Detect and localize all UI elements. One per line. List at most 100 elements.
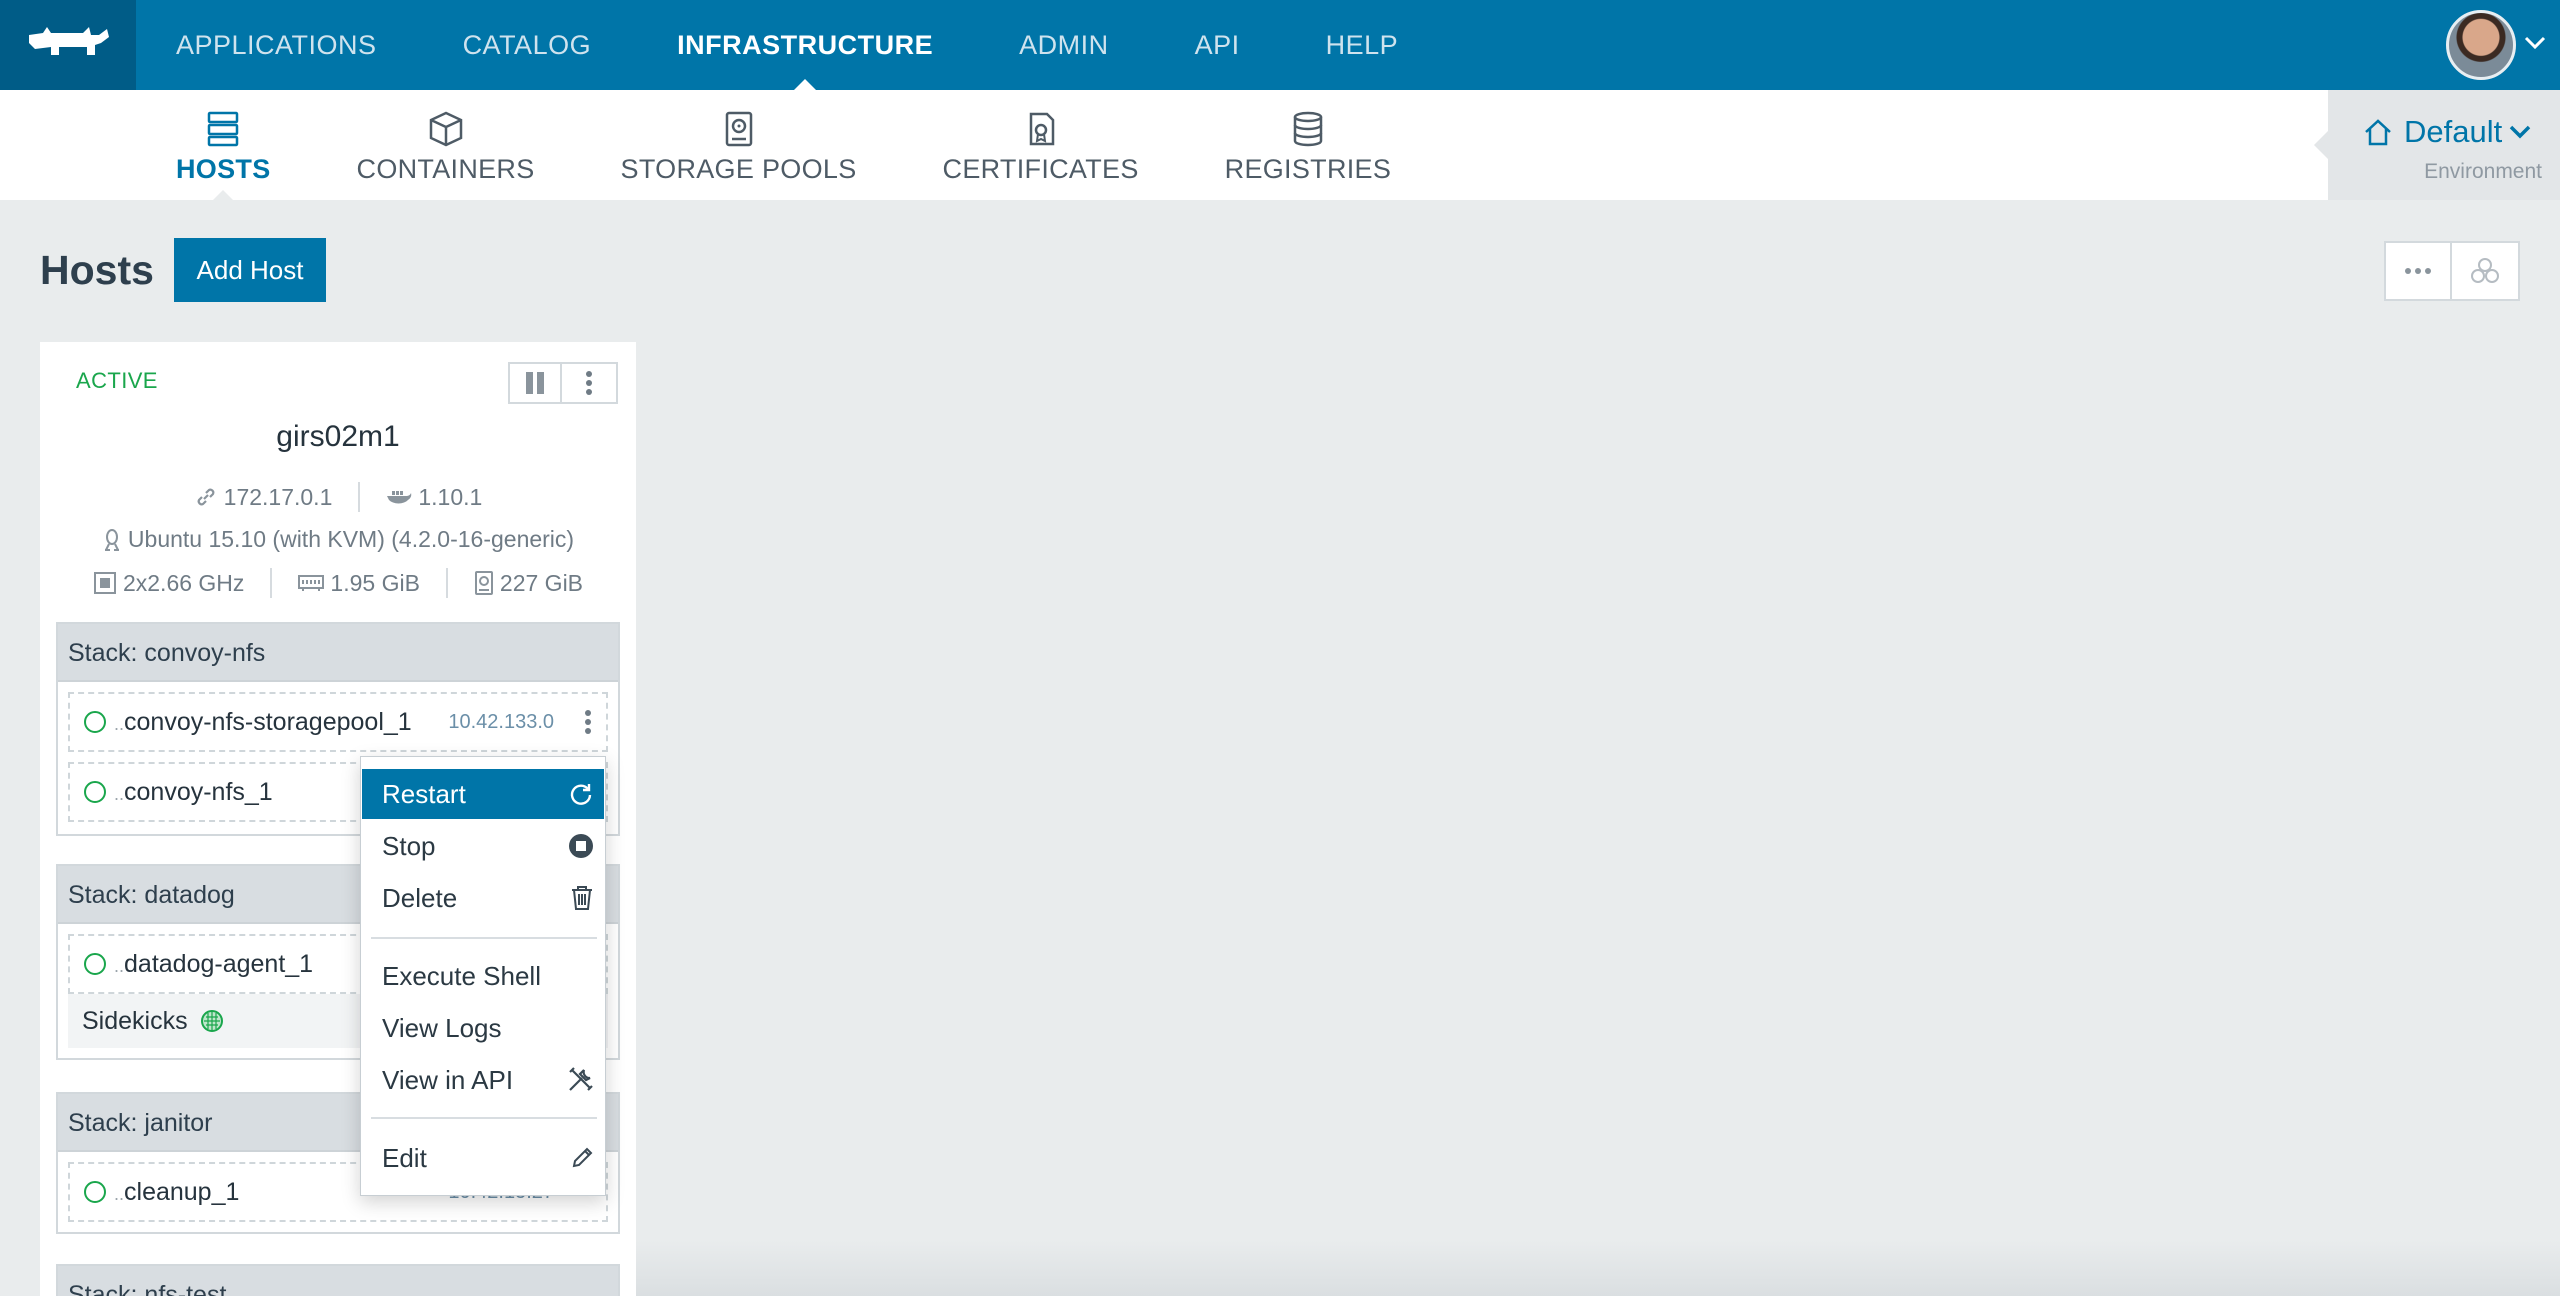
api-tools-icon <box>569 1067 593 1091</box>
memory-icon <box>298 575 325 591</box>
cpu-icon <box>93 572 116 594</box>
tab-containers[interactable]: CONTAINERS <box>357 90 535 200</box>
menu-delete-label: Delete <box>382 882 458 913</box>
nav-admin[interactable]: ADMIN <box>1019 0 1109 90</box>
name-prefix: .. <box>114 713 125 734</box>
host-cpu: 2x2.66 GHz <box>122 569 245 596</box>
home-icon <box>2365 119 2391 146</box>
container-name[interactable]: ..convoy-nfs-storagepool_1 <box>114 708 412 737</box>
container-name-text: cleanup_1 <box>124 1177 240 1206</box>
container-name-text: datadog-agent_1 <box>124 949 314 978</box>
linux-icon <box>104 528 119 551</box>
hosts-icon <box>208 111 239 147</box>
bottom-shadow <box>636 1240 2560 1296</box>
certificate-icon <box>1029 112 1054 146</box>
kebab-icon[interactable] <box>584 709 592 735</box>
pause-button[interactable] <box>508 362 562 404</box>
tab-certificates[interactable]: CERTIFICATES <box>943 90 1139 200</box>
menu-view-logs[interactable]: View Logs <box>362 1003 604 1053</box>
docker-icon <box>387 491 412 504</box>
container-icon <box>429 111 462 147</box>
disk-icon <box>474 571 493 595</box>
top-navigation-bar: APPLICATIONS CATALOG INFRASTRUCTURE ADMI… <box>0 0 2560 90</box>
host-network-row: 172.17.0.1 1.10.1 <box>40 482 636 512</box>
menu-edit-label: Edit <box>382 1142 427 1173</box>
host-os-row: Ubuntu 15.10 (with KVM) (4.2.0-16-generi… <box>40 526 636 553</box>
container-name[interactable]: ..cleanup_1 <box>114 1178 239 1207</box>
container-name-text: convoy-nfs-storagepool_1 <box>124 707 412 736</box>
menu-view-logs-label: View Logs <box>382 1012 502 1043</box>
registry-icon <box>1293 111 1323 147</box>
tab-certificates-label: CERTIFICATES <box>942 154 1139 184</box>
nav-help[interactable]: HELP <box>1326 0 1399 90</box>
container-name[interactable]: ..convoy-nfs_1 <box>114 778 273 807</box>
tab-storage-pools[interactable]: STORAGE POOLS <box>621 90 857 200</box>
menu-stop[interactable]: Stop <box>362 821 604 871</box>
main-nav: APPLICATIONS CATALOG INFRASTRUCTURE ADMI… <box>176 0 1484 90</box>
group-view-button[interactable] <box>2452 241 2520 301</box>
name-prefix: .. <box>114 1183 125 1204</box>
environment-label: Environment <box>2424 160 2542 183</box>
host-storage: 227 GiB <box>499 569 584 596</box>
menu-view-in-api[interactable]: View in API <box>362 1055 604 1105</box>
cluster-icon <box>2471 258 2499 283</box>
container-status-icon <box>84 953 106 975</box>
infrastructure-tabs: HOSTS CONTAINERS STORAGE POOLS CERTIFICA… <box>176 90 1477 201</box>
environment-name: Default <box>2404 114 2503 149</box>
menu-edit[interactable]: Edit <box>362 1133 604 1183</box>
nav-api[interactable]: API <box>1195 0 1240 90</box>
ellipsis-icon <box>2405 268 2431 274</box>
menu-execute-shell[interactable]: Execute Shell <box>362 951 604 1001</box>
docker-version: 1.10.1 <box>418 483 483 510</box>
view-options <box>2384 241 2520 301</box>
host-os: Ubuntu 15.10 (with KVM) (4.2.0-16-generi… <box>127 526 575 552</box>
page-title: Hosts <box>40 247 154 293</box>
pencil-icon <box>572 1147 593 1168</box>
container-ip: 10.42.133.0 <box>448 711 554 733</box>
sidekick-icon <box>200 1010 223 1032</box>
rancher-logo[interactable] <box>0 0 136 90</box>
nav-applications[interactable]: APPLICATIONS <box>176 0 377 90</box>
more-options-button[interactable] <box>2384 241 2452 301</box>
menu-delete[interactable]: Delete <box>362 873 604 923</box>
sidekicks-label: Sidekicks <box>82 1006 188 1035</box>
container-name-text: convoy-nfs_1 <box>124 777 273 806</box>
add-host-button[interactable]: Add Host <box>174 238 326 302</box>
stack-header[interactable]: Stack: nfs-test <box>58 1266 618 1296</box>
info-divider <box>358 482 361 512</box>
info-divider <box>270 568 273 598</box>
container-name[interactable]: ..datadog-agent_1 <box>114 950 313 979</box>
tab-hosts[interactable]: HOSTS <box>176 90 271 201</box>
container-status-icon <box>84 711 106 733</box>
host-resources-row: 2x2.66 GHz 1.95 GiB 227 GiB <box>40 568 636 598</box>
stack-header[interactable]: Stack: convoy-nfs <box>58 624 618 682</box>
host-name[interactable]: girs02m1 <box>40 420 636 454</box>
menu-restart[interactable]: Restart <box>362 769 604 819</box>
trash-icon <box>572 886 592 910</box>
environment-selector[interactable]: Default <box>2362 114 2532 150</box>
container-context-menu: Restart Stop Delete Execute Shell View L… <box>360 756 606 1196</box>
user-avatar[interactable] <box>2446 10 2516 80</box>
name-prefix: .. <box>114 783 125 804</box>
menu-restart-label: Restart <box>382 778 466 809</box>
tab-storage-pools-label: STORAGE POOLS <box>620 154 857 184</box>
link-icon <box>197 488 215 506</box>
restart-icon <box>570 784 592 805</box>
nav-infrastructure[interactable]: INFRASTRUCTURE <box>677 0 933 90</box>
name-prefix: .. <box>114 955 125 976</box>
menu-view-in-api-label: View in API <box>382 1064 514 1095</box>
tab-registries[interactable]: REGISTRIES <box>1225 90 1392 200</box>
storage-pool-icon <box>725 111 752 147</box>
container-status-icon <box>84 781 106 803</box>
host-menu-button[interactable] <box>562 362 618 404</box>
menu-separator <box>371 1117 597 1119</box>
host-actions <box>508 362 618 404</box>
container-row[interactable]: ..convoy-nfs-storagepool_1 10.42.133.0 <box>68 692 608 752</box>
menu-execute-shell-label: Execute Shell <box>382 960 541 991</box>
environment-switcher[interactable]: Default Environment <box>2314 90 2560 200</box>
tab-containers-label: CONTAINERS <box>356 154 535 184</box>
tab-registries-label: REGISTRIES <box>1224 154 1392 184</box>
nav-catalog[interactable]: CATALOG <box>463 0 592 90</box>
chevron-down-icon[interactable] <box>2522 30 2548 56</box>
host-memory: 1.95 GiB <box>330 569 420 596</box>
